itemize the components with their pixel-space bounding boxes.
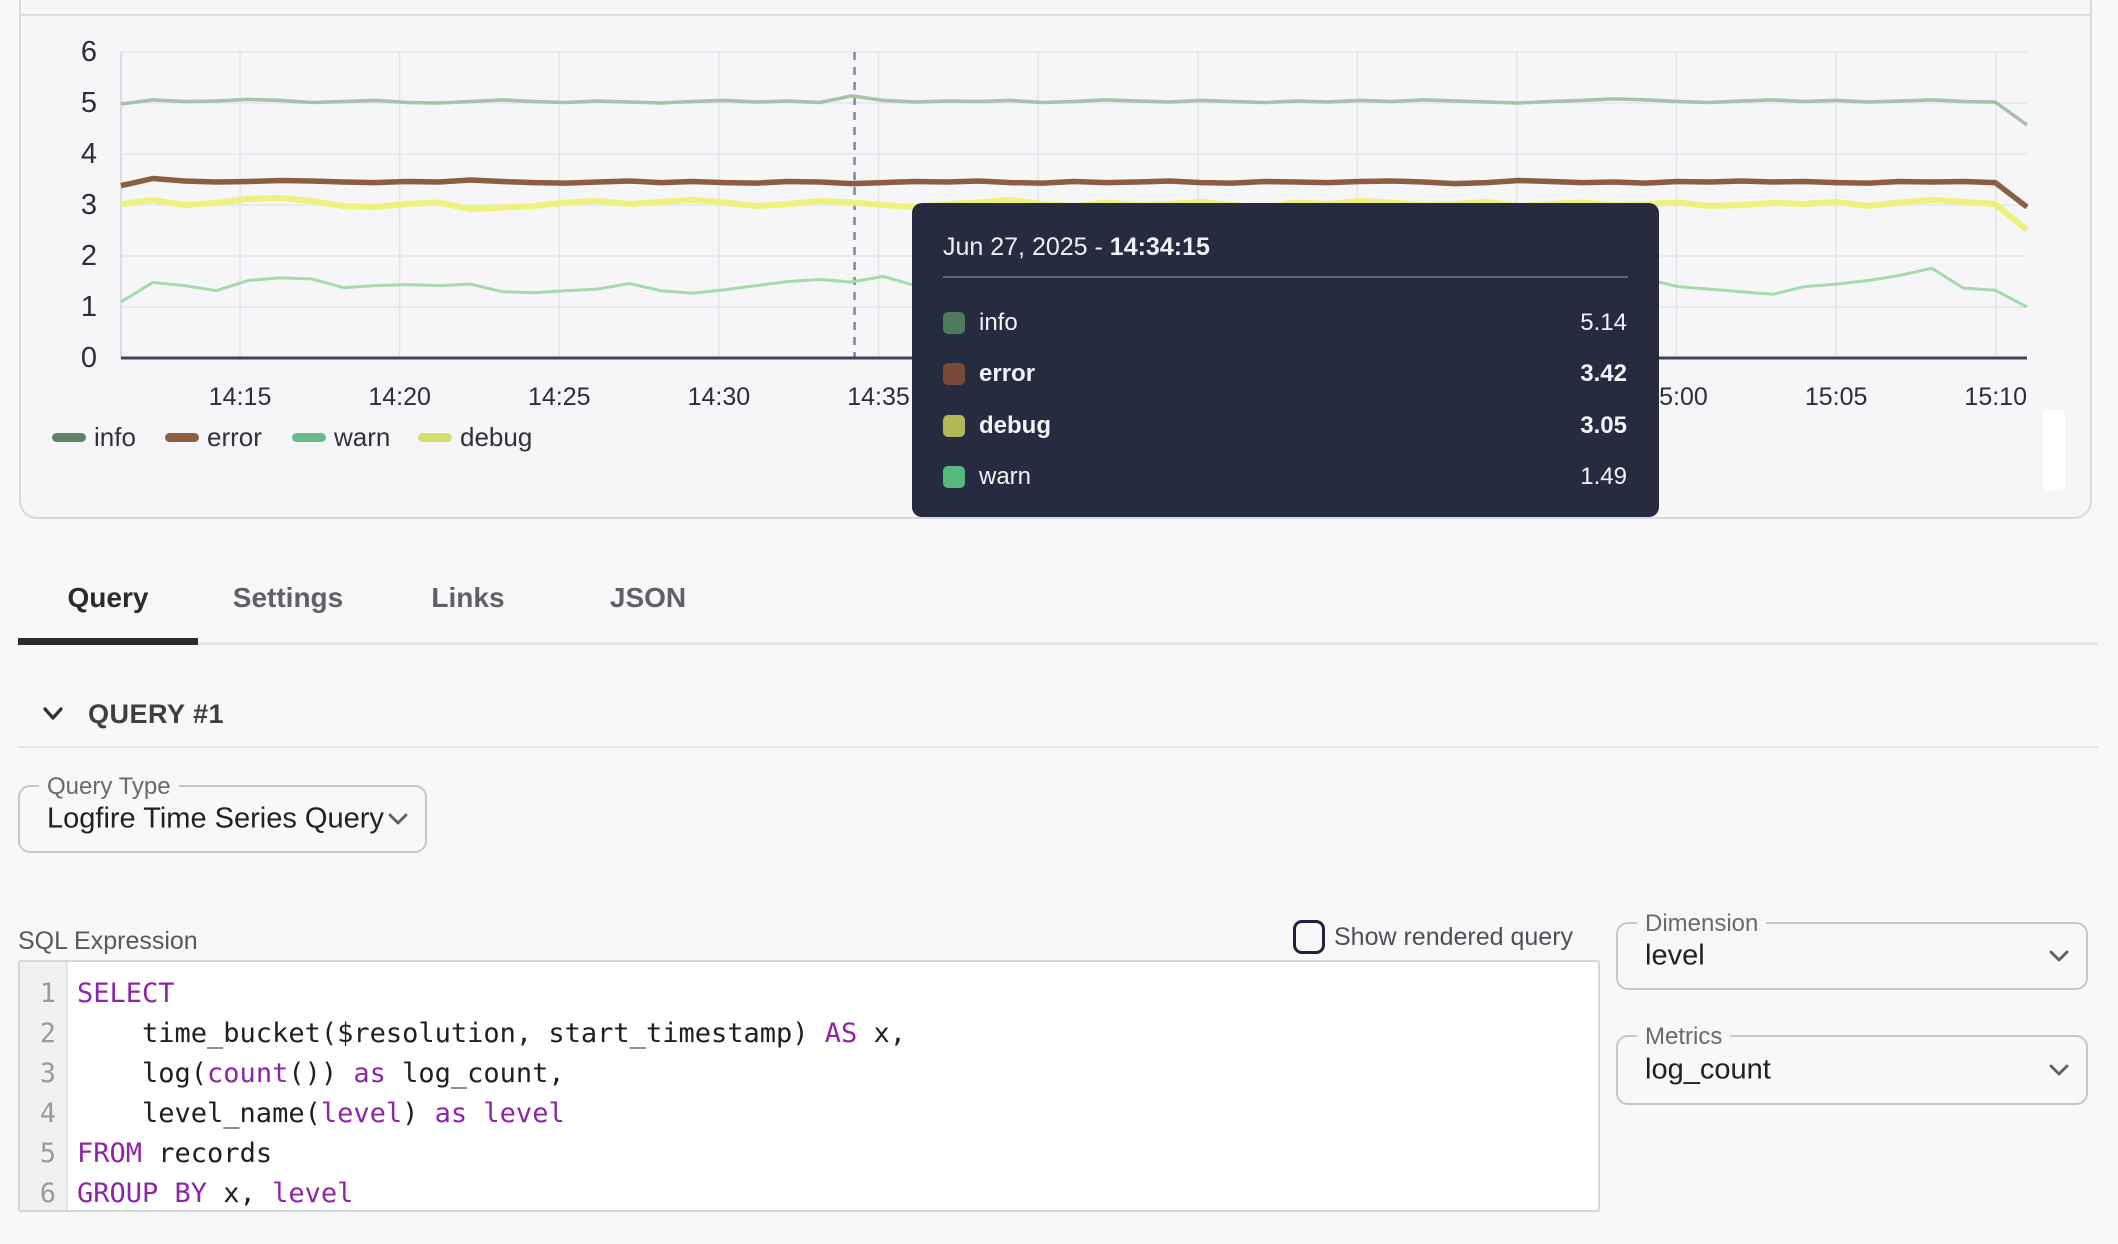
tab-track xyxy=(18,642,2098,645)
sql-code-line: SELECT xyxy=(77,974,1598,1014)
tooltip-series-label: error xyxy=(979,360,1035,388)
tooltip-swatch-icon xyxy=(943,363,965,385)
x-tick-label: 14:30 xyxy=(649,384,789,410)
panel-tabs: QuerySettingsLinksJSON xyxy=(18,564,738,632)
tooltip-swatch-icon xyxy=(943,312,965,334)
series-line-info xyxy=(121,96,2027,125)
show-rendered-query-label: Show rendered query xyxy=(1334,924,1573,951)
tooltip-series-value: 3.05 xyxy=(1580,412,1627,440)
line-number: 3 xyxy=(20,1054,66,1094)
query-type-select[interactable]: Query Type Logfire Time Series Query xyxy=(18,785,427,853)
line-number: 4 xyxy=(20,1094,66,1134)
legend-item-info[interactable]: info xyxy=(52,424,136,450)
x-tick-label: 14:15 xyxy=(170,384,310,410)
chevron-down-icon xyxy=(2048,1063,2070,1077)
tooltip-swatch-icon xyxy=(943,415,965,437)
metrics-select[interactable]: Metrics log_count xyxy=(1616,1035,2088,1105)
legend-swatch-icon xyxy=(292,433,326,442)
line-number: 1 xyxy=(20,974,66,1014)
legend-swatch-icon xyxy=(418,433,452,442)
tooltip-date: Jun 27, 2025 - xyxy=(943,233,1110,261)
tooltip-timestamp: Jun 27, 2025 - 14:34:15 xyxy=(943,232,1210,262)
tab-settings[interactable]: Settings xyxy=(198,564,378,632)
dimension-value: level xyxy=(1645,940,1705,973)
query-section-title: QUERY #1 xyxy=(88,700,224,728)
tooltip-row-error: error 3.42 xyxy=(943,349,1627,400)
sql-code-line: log(count()) as log_count, xyxy=(77,1054,1598,1094)
tooltip-swatch-icon xyxy=(943,466,965,488)
panel-scrollbar-thumb[interactable] xyxy=(2043,410,2065,490)
legend-label: debug xyxy=(460,424,532,450)
sql-code-line: FROM records xyxy=(77,1134,1598,1174)
query-collapse-button[interactable] xyxy=(38,700,68,728)
line-number: 2 xyxy=(20,1014,66,1054)
sql-code-line: GROUP BY x, level xyxy=(77,1174,1598,1212)
x-tick-label: 14:25 xyxy=(489,384,629,410)
sql-expression-label: SQL Expression xyxy=(18,928,198,955)
tooltip-series-label: info xyxy=(979,309,1018,337)
legend-label: warn xyxy=(334,424,390,450)
chevron-down-icon xyxy=(2048,949,2070,963)
line-number: 6 xyxy=(20,1174,66,1212)
chevron-down-icon xyxy=(38,700,68,728)
query-section-divider xyxy=(18,746,2098,748)
tab-json[interactable]: JSON xyxy=(558,564,738,632)
sql-code-editor[interactable]: 123456 SELECT time_bucket($resolution, s… xyxy=(18,960,1600,1212)
line-number: 5 xyxy=(20,1134,66,1174)
metrics-value: log_count xyxy=(1645,1054,1771,1087)
sql-code-area[interactable]: SELECT time_bucket($resolution, start_ti… xyxy=(68,962,1598,1210)
panel-editor-page: 0123456 14:1514:2014:2514:3014:3514:4014… xyxy=(0,0,2118,1244)
show-rendered-query-checkbox[interactable] xyxy=(1293,920,1325,954)
chevron-down-icon xyxy=(387,812,409,826)
tab-links[interactable]: Links xyxy=(378,564,558,632)
legend-swatch-icon xyxy=(52,433,86,442)
query-type-value: Logfire Time Series Query xyxy=(47,803,384,836)
legend-label: info xyxy=(94,424,136,450)
sql-code-line: time_bucket($resolution, start_timestamp… xyxy=(77,1014,1598,1054)
sql-code-line: level_name(level) as level xyxy=(77,1094,1598,1134)
tooltip-series-value: 5.14 xyxy=(1580,309,1627,337)
dimension-label: Dimension xyxy=(1637,911,1766,937)
x-tick-label: 14:20 xyxy=(330,384,470,410)
query-type-label: Query Type xyxy=(39,774,179,800)
tooltip-series-value: 3.42 xyxy=(1580,360,1627,388)
tooltip-series-value: 1.49 xyxy=(1580,463,1627,491)
legend-item-warn[interactable]: warn xyxy=(292,424,390,450)
metrics-label: Metrics xyxy=(1637,1024,1730,1050)
legend-item-error[interactable]: error xyxy=(165,424,262,450)
x-tick-label: 15:05 xyxy=(1766,384,1906,410)
tooltip-divider xyxy=(943,276,1628,278)
tooltip-series-label: debug xyxy=(979,412,1051,440)
tooltip-time: 14:34:15 xyxy=(1110,233,1210,261)
legend-item-debug[interactable]: debug xyxy=(418,424,532,450)
legend-label: error xyxy=(207,424,262,450)
tooltip-row-warn: warn 1.49 xyxy=(943,451,1627,502)
legend-swatch-icon xyxy=(165,433,199,442)
tab-query[interactable]: Query xyxy=(18,564,198,632)
dimension-select[interactable]: Dimension level xyxy=(1616,922,2088,990)
x-tick-label: 15:10 xyxy=(1926,384,2066,410)
tooltip-row-info: info 5.14 xyxy=(943,298,1627,349)
chart-tooltip: Jun 27, 2025 - 14:34:15 info 5.14 error 3.4… xyxy=(912,203,1659,517)
tooltip-row-debug: debug 3.05 xyxy=(943,400,1627,451)
active-tab-indicator xyxy=(18,638,198,645)
line-number-gutter: 123456 xyxy=(20,962,68,1210)
tooltip-series-label: warn xyxy=(979,463,1031,491)
